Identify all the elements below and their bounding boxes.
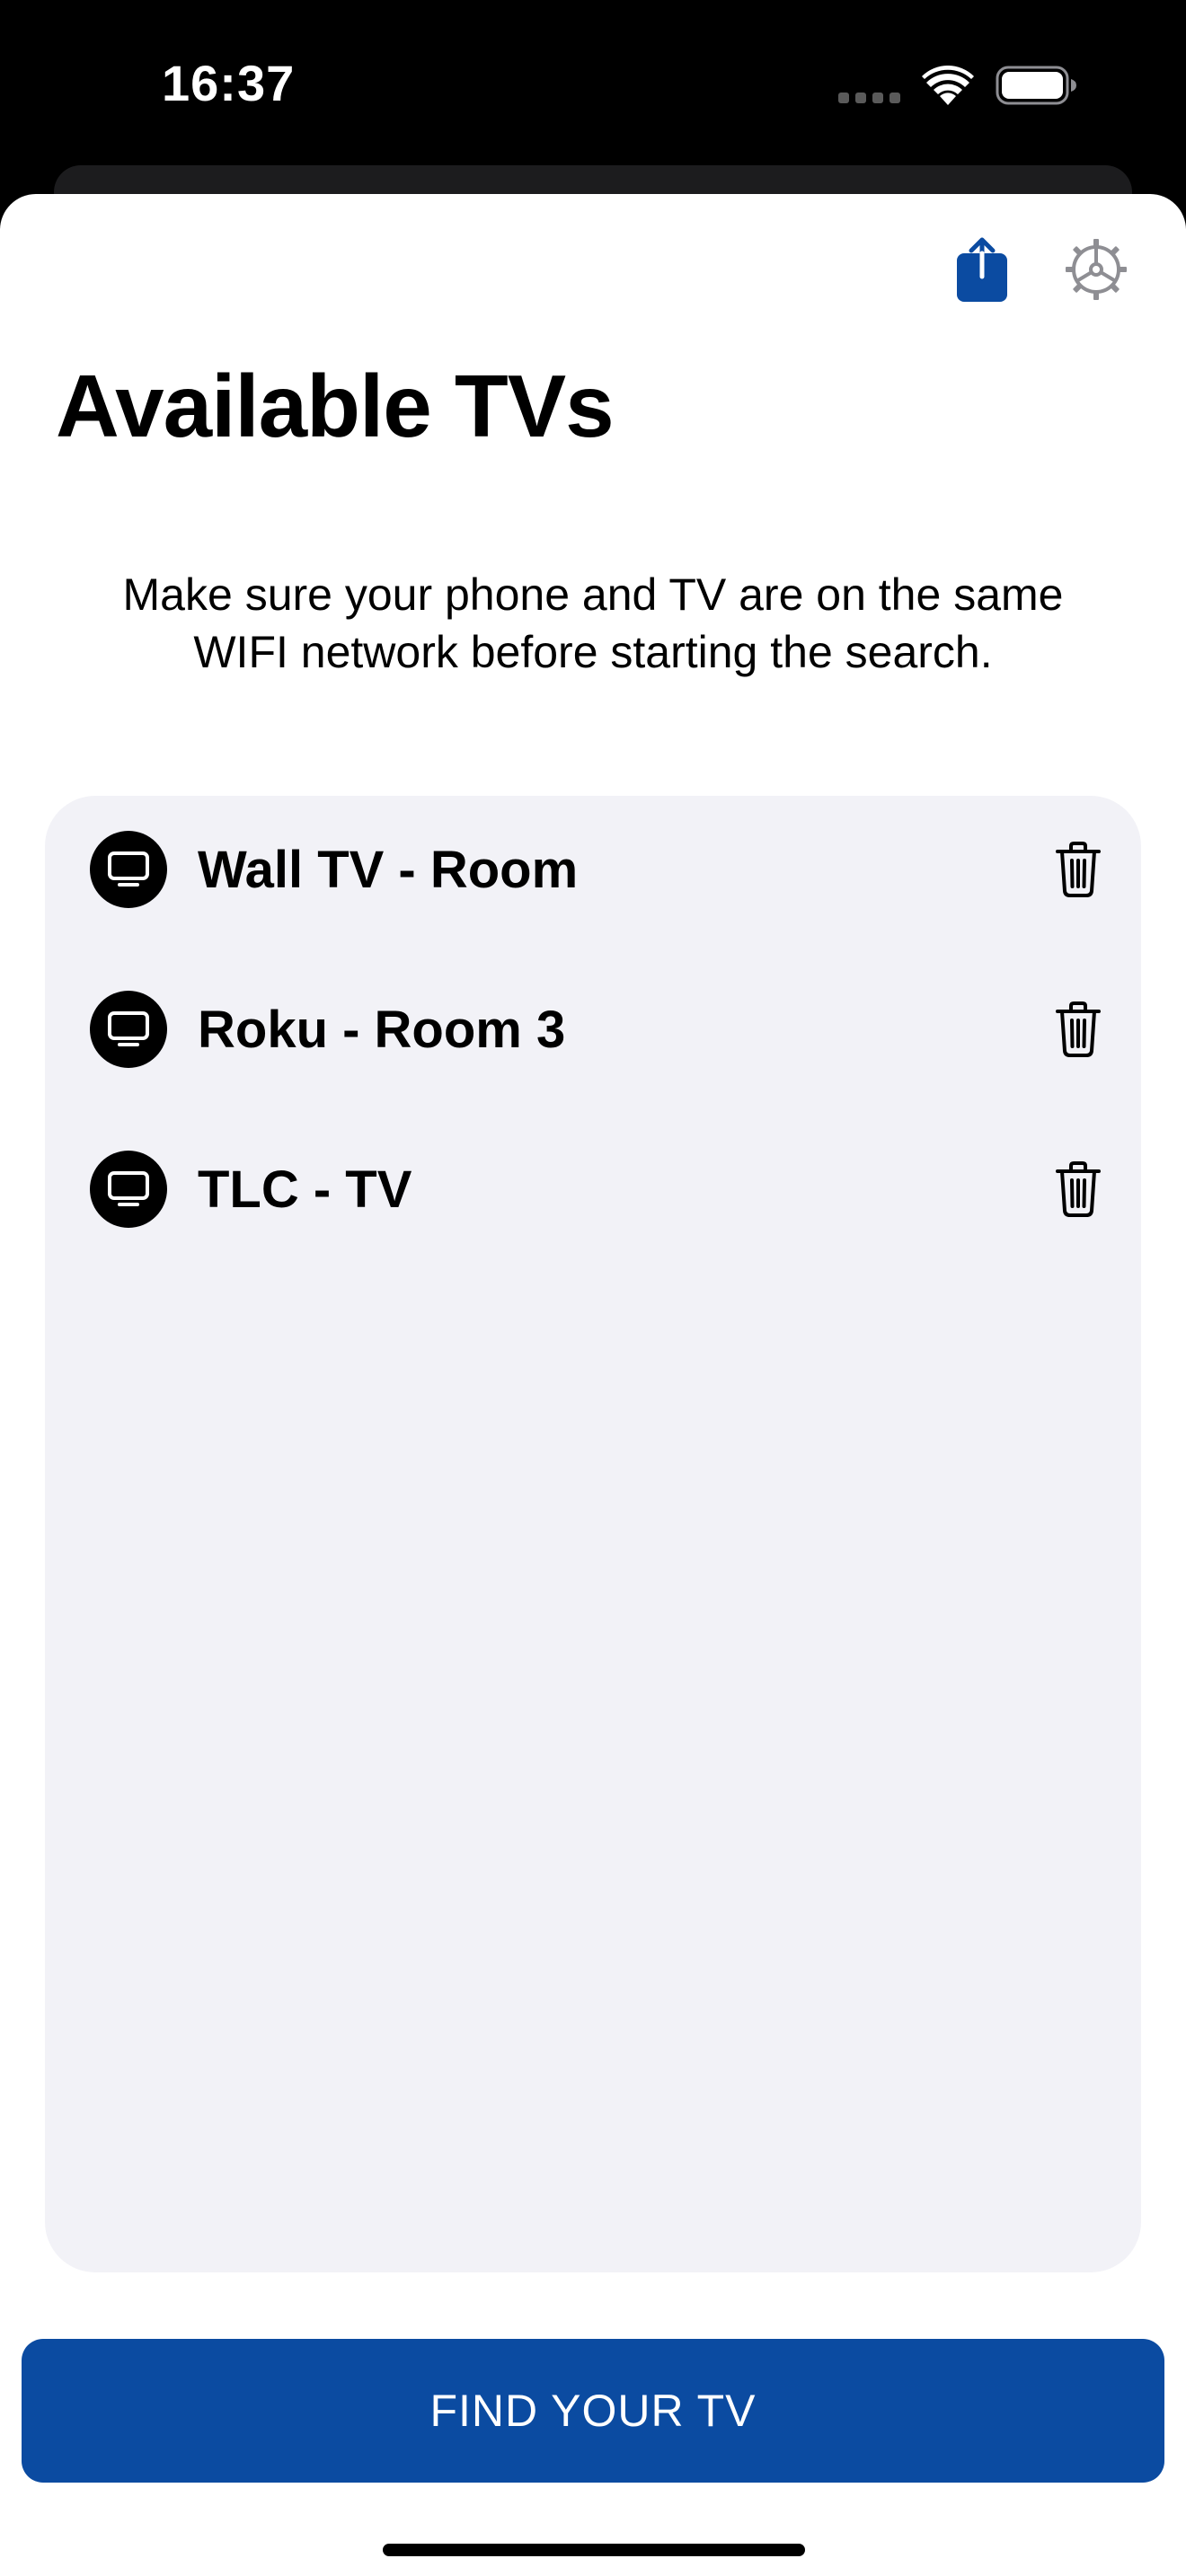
share-icon [957,237,1007,302]
battery-icon [996,66,1076,105]
find-your-tv-button[interactable]: FIND YOUR TV [22,2339,1164,2483]
signal-dots-icon [838,93,900,103]
delete-button[interactable] [1042,834,1114,905]
tv-list: Wall TV - Room Roku - Room 3 TLC - TV [45,796,1141,2272]
list-item[interactable]: Roku - Room 3 [90,984,1141,1074]
status-bar: 16:37 [0,0,1186,171]
main-sheet: Available TVs Make sure your phone and T… [0,194,1186,2576]
status-icons [838,65,1078,106]
list-item[interactable]: Wall TV - Room [90,825,1141,914]
page-title: Available TVs [56,357,615,455]
delete-button[interactable] [1042,1153,1114,1225]
tv-name: TLC - TV [198,1160,412,1219]
home-indicator [383,2544,805,2556]
tv-name: Wall TV - Room [198,840,579,899]
tv-name: Roku - Room 3 [198,1000,566,1059]
delete-button[interactable] [1042,993,1114,1065]
tv-icon [90,1151,167,1228]
status-time: 16:37 [162,55,296,111]
list-item[interactable]: TLC - TV [90,1144,1141,1234]
wifi-icon [922,66,974,105]
settings-button[interactable] [1057,230,1136,309]
gear-icon [1066,239,1127,300]
tv-icon [90,831,167,908]
trash-icon [1056,842,1101,897]
instruction-text: Make sure your phone and TV are on the s… [122,569,1064,677]
tv-icon [90,991,167,1068]
trash-icon [1056,1161,1101,1217]
trash-icon [1056,1001,1101,1057]
share-button[interactable] [945,230,1019,311]
